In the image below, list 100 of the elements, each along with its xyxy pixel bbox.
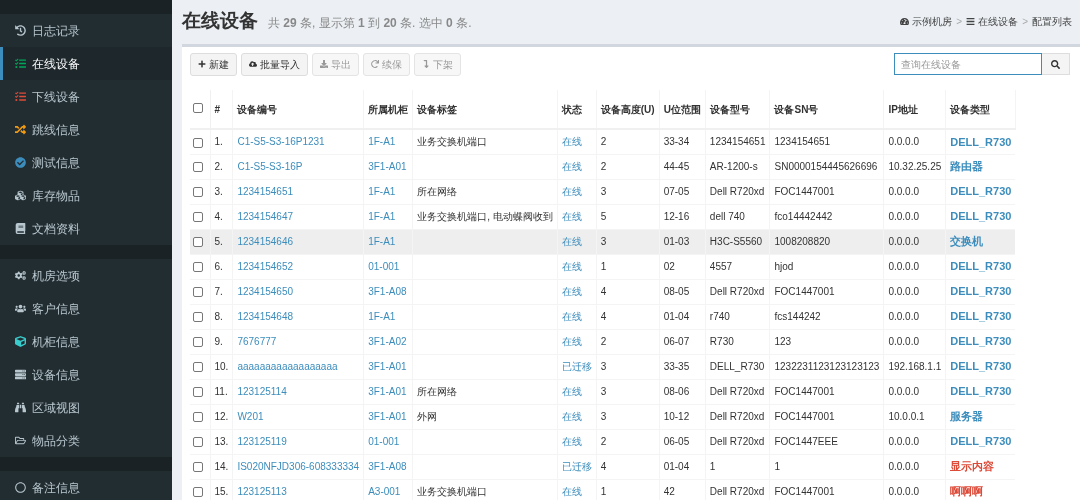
type-link[interactable]: DELL_R730 [950, 135, 1012, 148]
table-row[interactable]: 3. 1234154651 1F-A1 所在网络 在线 3 07-05 Dell R720xd FOC1447001 0.0.0.0 DELL_R730 [190, 179, 1016, 204]
cabinet-link[interactable]: 1F-A1 [368, 311, 396, 322]
table-row[interactable]: 2. C1-S5-S3-16P 3F1-A01 在线 2 44-45 AR-1200-s SN0000154445626696 10.32.25.25 路由器 [190, 154, 1016, 179]
toolbar-button[interactable]: 新建 [190, 52, 237, 76]
table-row[interactable]: 7. 1234154650 3F1-A08 在线 4 08-05 Dell R720xd FOC1447001 0.0.0.0 DELL_R730 [190, 279, 1016, 304]
device-link[interactable]: aaaaaaaaaaaaaaaaaa [237, 361, 338, 372]
cabinet-link[interactable]: 3F1-A08 [368, 461, 407, 472]
type-link[interactable]: DELL_R730 [950, 285, 1012, 298]
type-link[interactable]: 路由器 [950, 160, 984, 173]
status-link[interactable]: 在线 [561, 486, 582, 497]
checkbox[interactable] [193, 412, 203, 423]
breadcrumb-link[interactable]: 在线设备 [966, 13, 1019, 29]
type-link[interactable]: DELL_R730 [950, 210, 1012, 223]
toolbar-button[interactable]: 批量导入 [241, 52, 308, 76]
cabinet-link[interactable]: 3F1-A01 [368, 386, 407, 397]
device-link[interactable]: 1234154648 [237, 311, 294, 322]
status-link[interactable]: 在线 [561, 161, 582, 172]
status-link[interactable]: 在线 [561, 386, 582, 397]
search-field[interactable]: 查询在线设备 [894, 53, 1042, 75]
status-link[interactable]: 在线 [561, 236, 582, 247]
status-link[interactable]: 在线 [561, 336, 582, 347]
sidebar-item[interactable]: 物品分类 [0, 424, 172, 457]
device-link[interactable]: 1234154650 [237, 286, 294, 297]
table-row[interactable]: 8. 1234154648 1F-A1 在线 4 01-04 r740 fcs144242 0.0.0.0 DELL_R730 [190, 304, 1016, 329]
device-link[interactable]: 1234154646 [237, 236, 294, 247]
checkbox[interactable] [193, 362, 203, 373]
device-link[interactable]: 1234154651 [237, 186, 294, 197]
table-row[interactable]: 12. W201 3F1-A01 外网 在线 3 10-12 Dell R720xd FOC1447001 10.0.0.1 服务器 [190, 404, 1016, 429]
cabinet-link[interactable]: A3-001 [368, 486, 401, 497]
sidebar-item[interactable]: 客户信息 [0, 292, 172, 325]
checkbox[interactable] [193, 137, 203, 148]
type-link[interactable]: 交换机 [950, 235, 984, 248]
cabinet-link[interactable]: 1F-A1 [368, 211, 396, 222]
type-link[interactable]: DELL_R730 [950, 335, 1012, 348]
status-link[interactable]: 在线 [561, 411, 582, 422]
table-row[interactable]: 9. 7676777 3F1-A02 在线 2 06-07 R730 123 0.0.0.0 DELL_R730 [190, 329, 1016, 354]
status-link[interactable]: 已迁移 [561, 361, 592, 372]
sidebar-item[interactable]: 跳线信息 [0, 113, 172, 146]
sidebar-item[interactable]: 在线设备 [0, 47, 172, 80]
cabinet-link[interactable]: 3F1-A01 [368, 161, 407, 172]
checkbox[interactable] [193, 237, 203, 248]
cabinet-link[interactable]: 1F-A1 [368, 186, 396, 197]
status-link[interactable]: 在线 [561, 311, 582, 322]
checkbox[interactable] [193, 212, 203, 223]
checkbox[interactable] [193, 462, 203, 473]
sidebar-item[interactable]: 库存物品 [0, 179, 172, 212]
status-link[interactable]: 在线 [561, 436, 582, 447]
device-link[interactable]: C1-S5-S3-16P [237, 161, 303, 172]
status-link[interactable]: 在线 [561, 186, 582, 197]
type-link[interactable]: DELL_R730 [950, 385, 1012, 398]
type-link[interactable]: 啊啊啊 [950, 485, 984, 498]
cabinet-link[interactable]: 3F1-A01 [368, 411, 407, 422]
type-link[interactable]: DELL_R730 [950, 360, 1012, 373]
type-link[interactable]: 显示内容 [950, 460, 995, 473]
table-row[interactable]: 15. 123125113 A3-001 业务交换机端口 在线 1 42 Dell R720xd FOC1447001 0.0.0.0 啊啊啊 [190, 479, 1016, 500]
device-link[interactable]: C1-S5-S3-16P1231 [237, 136, 325, 148]
device-link[interactable]: 1234154647 [237, 211, 294, 222]
device-link[interactable]: 123125113 [237, 486, 287, 497]
type-link[interactable]: DELL_R730 [950, 260, 1012, 273]
sidebar-item[interactable]: 设备信息 [0, 358, 172, 391]
sidebar-item[interactable]: 测试信息 [0, 146, 172, 179]
sidebar-item[interactable]: 机柜信息 [0, 325, 172, 358]
cabinet-link[interactable]: 3F1-A01 [368, 361, 407, 372]
cabinet-link[interactable]: 1F-A1 [368, 136, 396, 148]
checkbox[interactable] [193, 387, 203, 398]
status-link[interactable]: 在线 [561, 211, 582, 222]
table-row[interactable]: 1. C1-S5-S3-16P1231 1F-A1 业务交换机端口 在线 2 33-34 1234154651 1234154651 0.0.0.0 DELL_R730 [190, 129, 1016, 154]
type-link[interactable]: 服务器 [950, 410, 984, 423]
table-row[interactable]: 10. aaaaaaaaaaaaaaaaaa 3F1-A01 已迁移 3 33-35 DELL_R730 1232231123123123123 192.168.1.1 DELL_R730 [190, 354, 1016, 379]
table-row[interactable]: 5. 1234154646 1F-A1 在线 3 01-03 H3C-S5560 1008208820 0.0.0.0 交换机 [190, 229, 1016, 254]
cabinet-link[interactable]: 3F1-A02 [368, 336, 407, 347]
cabinet-link[interactable]: 01-001 [368, 436, 400, 447]
checkbox[interactable] [193, 337, 203, 348]
checkbox[interactable] [193, 262, 203, 273]
device-link[interactable]: 123125119 [237, 436, 287, 447]
table-row[interactable]: 14. IS020NFJD306-608333334 3F1-A08 已迁移 4 01-04 1 1 0.0.0.0 显示内容 [190, 454, 1016, 479]
device-link[interactable]: IS020NFJD306-608333334 [237, 461, 360, 472]
checkbox[interactable] [193, 287, 203, 298]
checkbox[interactable] [193, 187, 203, 198]
sidebar-item[interactable]: 日志记录 [0, 14, 172, 47]
device-link[interactable]: W201 [237, 411, 264, 422]
status-link[interactable]: 在线 [561, 136, 582, 148]
sidebar-item[interactable]: 机房选项 [0, 259, 172, 292]
table-row[interactable]: 11. 123125114 3F1-A01 所在网络 在线 3 08-06 Dell R720xd FOC1447001 0.0.0.0 DELL_R730 [190, 379, 1016, 404]
checkbox[interactable] [193, 312, 203, 323]
cabinet-link[interactable]: 3F1-A08 [368, 286, 407, 297]
table-row[interactable]: 13. 123125119 01-001 在线 2 06-05 Dell R720xd FOC1447EEE 0.0.0.0 DELL_R730 [190, 429, 1016, 454]
sidebar-item[interactable]: 文档资料 [0, 212, 172, 245]
status-link[interactable]: 在线 [561, 286, 582, 297]
checkbox[interactable] [193, 102, 203, 113]
search-button[interactable] [1042, 53, 1070, 75]
device-link[interactable]: 1234154652 [237, 261, 294, 272]
checkbox[interactable] [193, 162, 203, 173]
sidebar-item[interactable]: 区域视图 [0, 391, 172, 424]
device-link[interactable]: 123125114 [237, 386, 287, 397]
breadcrumb-link[interactable]: 示例机房 [900, 13, 953, 29]
status-link[interactable]: 已迁移 [561, 461, 592, 472]
table-row[interactable]: 6. 1234154652 01-001 在线 1 02 4557 hjod 0.0.0.0 DELL_R730 [190, 254, 1016, 279]
status-link[interactable]: 在线 [561, 261, 582, 272]
